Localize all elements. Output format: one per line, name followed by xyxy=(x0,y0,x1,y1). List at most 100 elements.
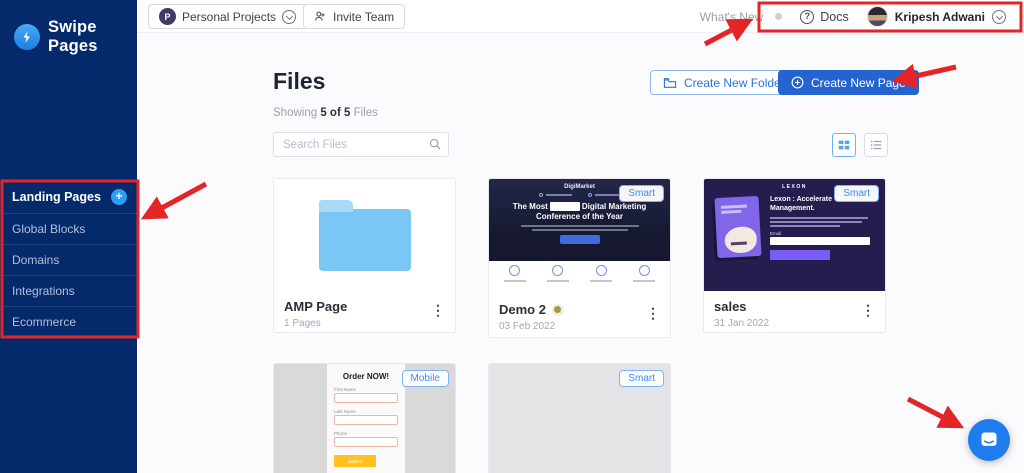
thumbnail-paragraph-bar xyxy=(521,225,639,227)
field-label: Last Name xyxy=(334,409,398,414)
field-input-preview xyxy=(334,393,398,403)
chevron-down-icon xyxy=(282,10,296,24)
page-thumbnail: Smart LEXON Lexon : Accelerate Work Mana… xyxy=(704,179,885,291)
card-menu-button[interactable]: ⋮ xyxy=(861,303,875,317)
list-view-toggle[interactable] xyxy=(864,133,888,157)
headline-post: Digital Marketing xyxy=(582,202,646,211)
add-landing-page-button[interactable]: + xyxy=(111,189,127,205)
field-input-preview xyxy=(334,437,398,447)
chevron-down-icon xyxy=(992,10,1006,24)
field-label: Phone xyxy=(334,431,398,436)
sidebar-item-ecommerce[interactable]: Ecommerce xyxy=(0,306,137,337)
mobile-badge: Mobile xyxy=(402,370,449,387)
card-title: sales xyxy=(714,299,875,314)
sidebar-item-integrations[interactable]: Integrations xyxy=(0,275,137,306)
card-subtitle: 31 Jan 2022 xyxy=(714,318,875,329)
file-card-sales[interactable]: Smart LEXON Lexon : Accelerate Work Mana… xyxy=(703,178,886,333)
page-title: Files xyxy=(273,68,325,95)
invite-team-label: Invite Team xyxy=(333,10,394,24)
card-info: sales 31 Jan 2022 ⋮ xyxy=(704,291,885,329)
topbar-right-nav: What's New ? Docs Kripesh Adwani xyxy=(688,0,1018,33)
smart-badge: Smart xyxy=(619,370,664,387)
chat-launcher-button[interactable] xyxy=(968,419,1010,461)
sidebar-item-landing-pages[interactable]: Landing Pages + xyxy=(0,181,137,213)
user-menu[interactable]: Kripesh Adwani xyxy=(867,6,1006,27)
headline-line2: Conference of the Year xyxy=(536,212,623,221)
headline-placeholder-box xyxy=(550,202,580,211)
card-title-text: Demo 2 xyxy=(499,302,546,317)
user-name: Kripesh Adwani xyxy=(895,10,985,24)
search-icon xyxy=(429,138,441,150)
file-card-order-form[interactable]: Mobile Order NOW! First Name Last Name P… xyxy=(273,363,456,473)
page-thumbnail: Mobile Order NOW! First Name Last Name P… xyxy=(274,364,455,473)
app-logo-text: Swipe Pages xyxy=(48,18,137,56)
project-switcher-label: Personal Projects xyxy=(182,10,276,24)
thumbnail-headline: The MostDigital Marketing Conference of … xyxy=(489,202,670,222)
project-switcher-button[interactable]: P Personal Projects xyxy=(148,4,307,29)
question-circle-icon: ? xyxy=(800,10,814,24)
sidebar-item-label: Landing Pages xyxy=(12,190,101,204)
smart-badge: Smart xyxy=(834,185,879,202)
notification-dot xyxy=(775,13,782,20)
create-new-page-button[interactable]: Create New Page xyxy=(778,70,919,95)
grid-view-toggle[interactable] xyxy=(832,133,856,157)
chat-icon xyxy=(979,430,999,450)
file-card-amp-page[interactable]: AMP Page 1 Pages ⋮ xyxy=(273,178,456,333)
list-view-icon xyxy=(869,138,883,152)
annotation-arrow-chat xyxy=(908,399,958,425)
card-title: AMP Page xyxy=(284,299,445,314)
lightning-logo-icon xyxy=(14,24,40,50)
sidebar-item-label: Global Blocks xyxy=(12,222,85,236)
docs-link[interactable]: ? Docs xyxy=(800,10,848,24)
thumbnail-paragraph-bar xyxy=(532,229,628,231)
thumbnail-features-strip xyxy=(489,261,670,294)
card-title-text: AMP Page xyxy=(284,299,347,314)
docs-label: Docs xyxy=(820,10,848,24)
card-subtitle: 03 Feb 2022 xyxy=(499,321,660,332)
sidebar-item-domains[interactable]: Domains xyxy=(0,244,137,275)
sidebar-item-label: Domains xyxy=(12,253,59,267)
field-label: First Name xyxy=(334,387,398,392)
smart-badge: Smart xyxy=(619,185,664,202)
invite-team-button[interactable]: Invite Team xyxy=(303,4,405,29)
grid-view-icon xyxy=(837,138,851,152)
sidebar-item-global-blocks[interactable]: Global Blocks xyxy=(0,213,137,244)
thumbnail-cta-button xyxy=(770,250,830,260)
card-info: Demo 2 03 Feb 2022 ⋮ xyxy=(489,294,670,332)
field-input-preview xyxy=(334,415,398,425)
page-thumbnail: Smart DigiMarket The MostDigital Marketi… xyxy=(489,179,670,294)
folder-icon xyxy=(319,209,411,271)
swipe-pages-dashboard: Swipe Pages Landing Pages + Global Block… xyxy=(0,0,1024,473)
topbar: P Personal Projects Invite Team What's N… xyxy=(137,0,1024,33)
thumbnail-cta-button xyxy=(560,235,600,244)
card-info: AMP Page 1 Pages ⋮ xyxy=(274,291,455,329)
sidebar-item-label: Integrations xyxy=(12,284,75,298)
file-card-demo-2[interactable]: Smart DigiMarket The MostDigital Marketi… xyxy=(488,178,671,338)
file-card-blank-page[interactable]: Smart xyxy=(488,363,671,473)
status-dot-icon xyxy=(552,304,564,316)
sidebar-item-label: Ecommerce xyxy=(12,315,76,329)
annotation-arrow-sidebar xyxy=(147,184,206,216)
plus-circle-icon xyxy=(791,76,804,89)
create-new-folder-button[interactable]: Create New Folder xyxy=(650,70,798,95)
card-menu-button[interactable]: ⋮ xyxy=(646,306,660,320)
card-title-text: sales xyxy=(714,299,747,314)
order-form-preview: Order NOW! First Name Last Name Phone Su… xyxy=(327,364,405,473)
search-input[interactable] xyxy=(273,132,449,157)
thumbnail-copy: Lexon : Accelerate Work Management. Emai… xyxy=(770,195,874,260)
user-avatar xyxy=(867,6,888,27)
whats-new-label: What's New xyxy=(700,10,764,24)
card-title: Demo 2 xyxy=(499,302,660,317)
search-files xyxy=(273,132,449,157)
create-new-page-label: Create New Page xyxy=(811,76,906,90)
create-new-folder-label: Create New Folder xyxy=(684,76,785,90)
whats-new-link[interactable]: What's New xyxy=(700,10,783,24)
app-logo[interactable]: Swipe Pages xyxy=(0,0,137,56)
sidebar: Swipe Pages Landing Pages + Global Block… xyxy=(0,0,137,473)
form-heading: Order NOW! xyxy=(334,372,398,381)
people-icon xyxy=(314,10,327,23)
sidebar-menu: Landing Pages + Global Blocks Domains In… xyxy=(0,181,137,337)
files-count-text: Showing 5 of 5 Files xyxy=(273,107,378,119)
card-menu-button[interactable]: ⋮ xyxy=(431,303,445,317)
folder-thumbnail xyxy=(274,179,455,291)
